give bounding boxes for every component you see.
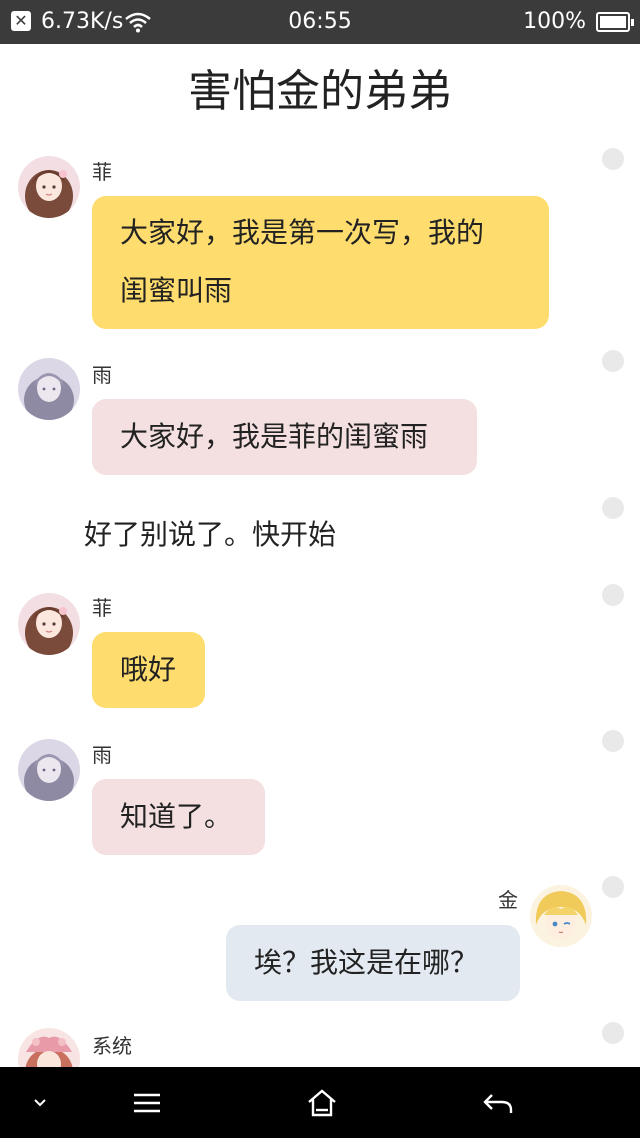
avatar-fei[interactable] <box>18 156 80 218</box>
message-menu-dot[interactable] <box>602 730 624 752</box>
message-text-line: 大家好，我是菲的闺蜜雨 <box>120 420 429 453</box>
sender-name: 系统 <box>92 1034 132 1058</box>
message-text-line: 闺蜜叫雨 <box>120 274 233 307</box>
avatar-jin[interactable] <box>530 885 592 947</box>
sender-name: 菲 <box>92 596 112 620</box>
home-icon[interactable] <box>297 1067 347 1138</box>
message-menu-dot[interactable] <box>602 497 624 519</box>
avatar-yu[interactable] <box>18 739 80 801</box>
sender-name: 雨 <box>92 363 112 387</box>
battery-icon <box>596 12 634 32</box>
message-menu-dot[interactable] <box>602 876 624 898</box>
status-bar: ✕ 6.73K/s 06:55 100% <box>0 0 640 44</box>
message-text-line: 大家好，我是第一次写，我的 <box>120 216 485 249</box>
chevron-down-icon[interactable] <box>20 1067 60 1138</box>
sender-name: 菲 <box>92 160 112 184</box>
navigation-bar <box>0 1067 640 1138</box>
message-bubble[interactable]: 大家好，我是菲的闺蜜雨 <box>92 399 477 475</box>
message-menu-dot[interactable] <box>602 584 624 606</box>
chat-title: 害怕金的弟弟 <box>188 66 452 117</box>
message-bubble[interactable]: 埃？我这是在哪？ <box>226 925 520 1001</box>
back-icon[interactable] <box>472 1067 524 1138</box>
message-text-line: 哦好 <box>120 653 177 686</box>
message-menu-dot[interactable] <box>602 350 624 372</box>
battery-percent: 100% <box>523 9 586 34</box>
screen: ✕ 6.73K/s 06:55 100% 害怕金的弟弟 菲 大家好，我是第一次写… <box>0 0 640 1138</box>
message-menu-dot[interactable] <box>602 148 624 170</box>
message-text-line: 知道了。 <box>120 800 233 833</box>
message-bubble[interactable]: 大家好，我是第一次写，我的 闺蜜叫雨 <box>92 196 549 329</box>
message-menu-dot[interactable] <box>602 1022 624 1044</box>
narration-text: 好了别说了。快开始 <box>84 518 337 551</box>
avatar-yu[interactable] <box>18 358 80 420</box>
message-text-line: 埃？我这是在哪？ <box>254 946 479 979</box>
sender-name: 金 <box>498 888 518 912</box>
sender-name: 雨 <box>92 743 112 767</box>
message-bubble[interactable]: 知道了。 <box>92 779 265 855</box>
avatar-fei[interactable] <box>18 593 80 655</box>
menu-icon[interactable] <box>122 1067 172 1138</box>
message-bubble[interactable]: 哦好 <box>92 632 205 708</box>
